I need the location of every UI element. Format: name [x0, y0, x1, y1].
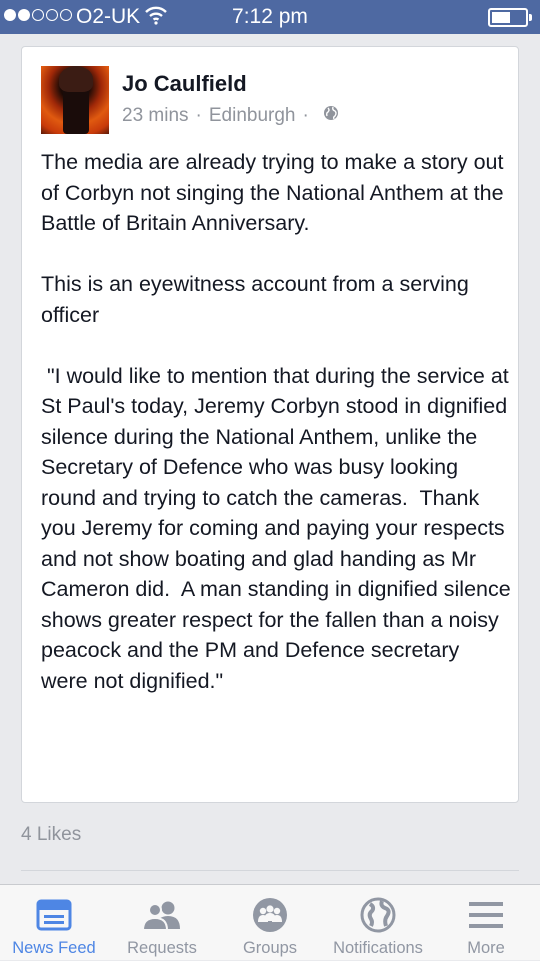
tab-label: News Feed	[12, 939, 96, 957]
tab-news-feed[interactable]: News Feed	[0, 885, 108, 961]
groups-icon	[252, 891, 288, 939]
post-body: The media are already trying to make a s…	[41, 147, 511, 696]
tab-more[interactable]: More	[432, 885, 540, 961]
post-time[interactable]: 23 mins	[122, 105, 189, 127]
post-paragraph: This is an eyewitness account from a ser…	[41, 272, 469, 327]
hamburger-menu-icon	[468, 891, 504, 939]
post-meta: 23 mins · Edinburgh ·	[122, 105, 339, 127]
public-globe-icon	[323, 105, 339, 127]
post-location[interactable]: Edinburgh	[209, 105, 296, 127]
tab-groups[interactable]: Groups	[216, 885, 324, 961]
tab-notifications[interactable]: Notifications	[324, 885, 432, 961]
avatar[interactable]	[41, 66, 109, 134]
tab-label: More	[467, 939, 505, 957]
post-paragraph: "I would like to mention that during the…	[41, 363, 517, 693]
globe-notifications-icon	[360, 891, 396, 939]
tab-requests[interactable]: Requests	[108, 885, 216, 961]
post-card: Jo Caulfield 23 mins · Edinburgh · The m…	[21, 46, 519, 803]
likes-count[interactable]: 4 Likes	[21, 824, 81, 846]
post-paragraph: The media are already trying to make a s…	[41, 150, 504, 235]
tab-label: Requests	[127, 939, 197, 957]
divider	[21, 870, 519, 871]
status-bar: O2-UK 7:12 pm	[0, 0, 540, 34]
news-feed-icon	[36, 891, 72, 939]
tab-label: Groups	[242, 939, 298, 957]
tab-bar: News Feed Requests Groups Notifications …	[0, 884, 540, 960]
post-author[interactable]: Jo Caulfield	[122, 71, 247, 97]
meta-separator-2: ·	[302, 105, 309, 126]
battery-icon	[488, 8, 532, 27]
clock: 7:12 pm	[232, 5, 308, 28]
meta-separator: ·	[195, 105, 202, 126]
friend-requests-icon	[142, 891, 182, 939]
tab-label: Notifications	[333, 939, 423, 957]
